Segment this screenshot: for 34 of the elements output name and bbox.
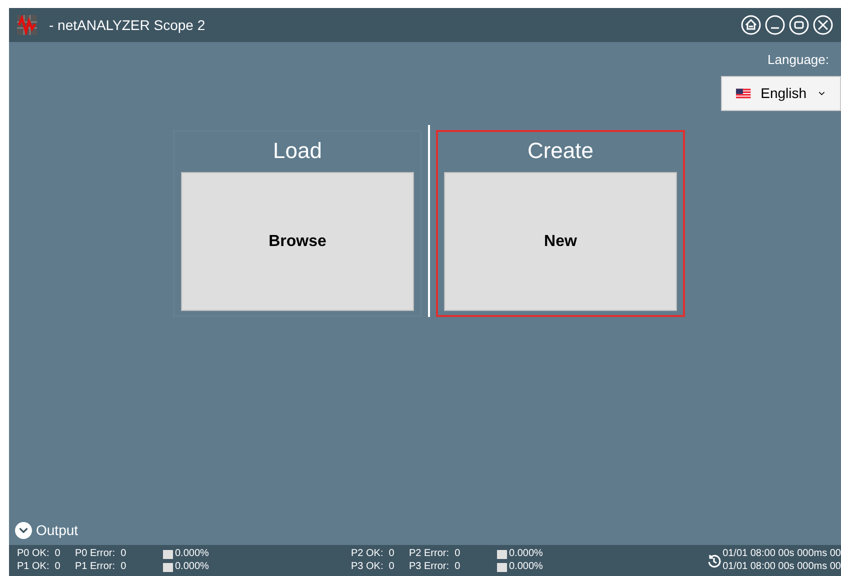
- load-square-icon: [163, 562, 173, 572]
- close-icon[interactable]: [813, 15, 833, 35]
- language-label: Language:: [768, 51, 829, 69]
- maximize-icon[interactable]: [789, 15, 809, 35]
- port-load: 0.000%: [175, 548, 209, 560]
- port-ok-count: P0 OK: 0: [17, 548, 62, 560]
- load-square-icon: [163, 550, 173, 558]
- port-load: 0.000%: [509, 548, 543, 560]
- port-ok-count: P2 OK: 0: [351, 548, 396, 560]
- port-ok-count: P3 OK: 0: [351, 561, 396, 573]
- panel-heading: Load: [273, 137, 322, 165]
- expand-icon[interactable]: [15, 522, 32, 539]
- language-dropdown[interactable]: English: [721, 76, 841, 110]
- timestamp: 01/01 08:00 00s 000ms 00: [722, 548, 841, 560]
- app-logo-icon: [17, 15, 37, 35]
- timestamp: 01/01 08:00 00s 000ms 00: [722, 560, 841, 574]
- output-label: Output: [36, 521, 78, 540]
- home-icon[interactable]: [741, 15, 761, 35]
- port-ok-count: P1 OK: 0: [17, 561, 62, 573]
- load-square-icon: [497, 550, 507, 558]
- port-error-count: P2 Error: 0: [409, 548, 462, 560]
- panel-button[interactable]: New: [444, 172, 677, 311]
- load-square-icon: [497, 562, 507, 572]
- port-load: 0.000%: [175, 561, 209, 573]
- port-error-count: P1 Error: 0: [75, 561, 128, 573]
- port-load: 0.000%: [509, 561, 543, 573]
- port-error-count: P3 Error: 0: [409, 561, 462, 573]
- panel-button[interactable]: Browse: [181, 172, 414, 311]
- window-title: - netANALYZER Scope 2: [49, 16, 206, 35]
- history-icon: [706, 554, 721, 568]
- minimize-icon[interactable]: [765, 15, 785, 35]
- port-error-count: P0 Error: 0: [75, 548, 128, 560]
- panel-heading: Create: [527, 137, 594, 165]
- flag-icon: [736, 88, 751, 98]
